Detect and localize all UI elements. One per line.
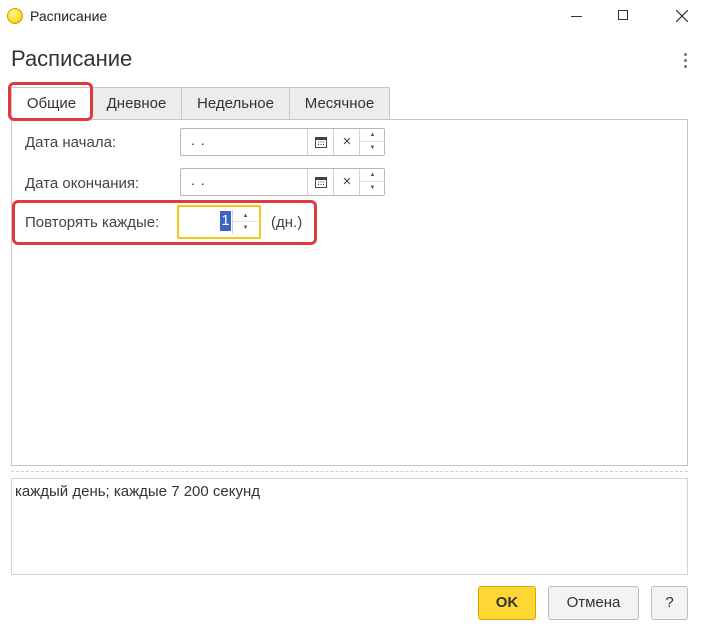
tab-weekly[interactable]: Недельное: [181, 87, 290, 119]
end-date-spinner[interactable]: ▲ ▼: [359, 169, 385, 195]
help-button[interactable]: ?: [651, 586, 688, 620]
spin-down-icon[interactable]: ▼: [360, 182, 385, 195]
tab-highlight-frame: [8, 82, 93, 121]
end-date-calendar-button[interactable]: [307, 169, 334, 195]
close-button[interactable]: [658, 0, 704, 32]
start-date-input[interactable]: . .: [191, 132, 206, 148]
minimize-button[interactable]: [554, 0, 600, 32]
app-icon: [7, 8, 23, 24]
more-options-icon[interactable]: [684, 53, 688, 69]
cancel-button[interactable]: Отмена: [548, 586, 639, 620]
end-date-clear-button[interactable]: ×: [333, 169, 360, 195]
end-date-input[interactable]: . .: [191, 172, 206, 188]
form-title: Расписание: [11, 46, 133, 71]
spin-down-icon[interactable]: ▼: [360, 142, 385, 155]
start-date-label: Дата начала:: [25, 134, 117, 151]
divider: [11, 471, 688, 472]
calendar-icon: [315, 177, 327, 188]
tab-daily[interactable]: Дневное: [91, 87, 182, 119]
window-title: Расписание: [30, 8, 108, 24]
tab-monthly[interactable]: Месячное: [289, 87, 390, 119]
close-icon: [676, 10, 688, 22]
start-date-spinner[interactable]: ▲ ▼: [359, 129, 385, 155]
window-titlebar: Расписание: [0, 0, 704, 32]
end-date-field: . . × ▲ ▼: [180, 168, 385, 196]
spin-up-icon[interactable]: ▲: [360, 169, 385, 182]
ok-button[interactable]: OK: [478, 586, 536, 620]
spin-up-icon[interactable]: ▲: [360, 129, 385, 142]
start-date-clear-button[interactable]: ×: [333, 129, 360, 155]
end-date-label: Дата окончания:: [25, 175, 140, 192]
start-date-field: . . × ▲ ▼: [180, 128, 385, 156]
repeat-highlight-frame: [12, 200, 317, 245]
start-date-calendar-button[interactable]: [307, 129, 334, 155]
summary-text: каждый день; каждые 7 200 секунд: [15, 483, 261, 500]
schedule-summary: каждый день; каждые 7 200 секунд: [11, 478, 688, 575]
maximize-button[interactable]: [600, 0, 646, 32]
calendar-icon: [315, 137, 327, 148]
